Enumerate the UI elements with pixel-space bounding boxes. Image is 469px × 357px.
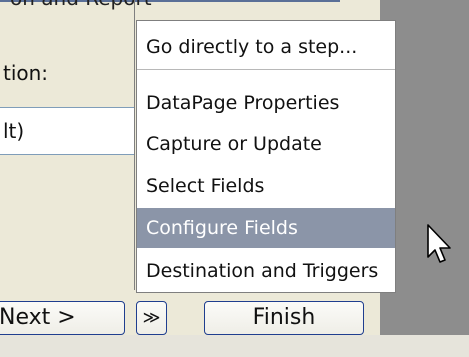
- menu-item-destination-and-triggers[interactable]: Destination and Triggers: [137, 251, 395, 291]
- menu-item-capture-or-update[interactable]: Capture or Update: [137, 124, 395, 164]
- bottom-band: [0, 335, 469, 357]
- menu-item-go-to-step[interactable]: Go directly to a step...: [137, 27, 395, 67]
- mouse-pointer-icon: [427, 224, 451, 263]
- value-field-text: lt): [3, 119, 25, 143]
- field-caption: tion:: [3, 61, 49, 85]
- menu-item-datapage-properties[interactable]: DataPage Properties: [137, 83, 395, 123]
- section-title: on and Report: [10, 0, 152, 10]
- finish-button[interactable]: Finish: [204, 301, 364, 335]
- next-button[interactable]: Next >: [0, 301, 125, 335]
- menu-separator: [137, 69, 395, 70]
- menu-item-select-fields[interactable]: Select Fields: [137, 166, 395, 206]
- divider: [134, 0, 135, 290]
- value-field[interactable]: lt): [0, 107, 135, 155]
- menu-item-configure-fields[interactable]: Configure Fields: [137, 208, 395, 248]
- more-steps-button[interactable]: ≫: [136, 301, 167, 335]
- step-dropdown-menu: Go directly to a step... DataPage Proper…: [136, 20, 396, 293]
